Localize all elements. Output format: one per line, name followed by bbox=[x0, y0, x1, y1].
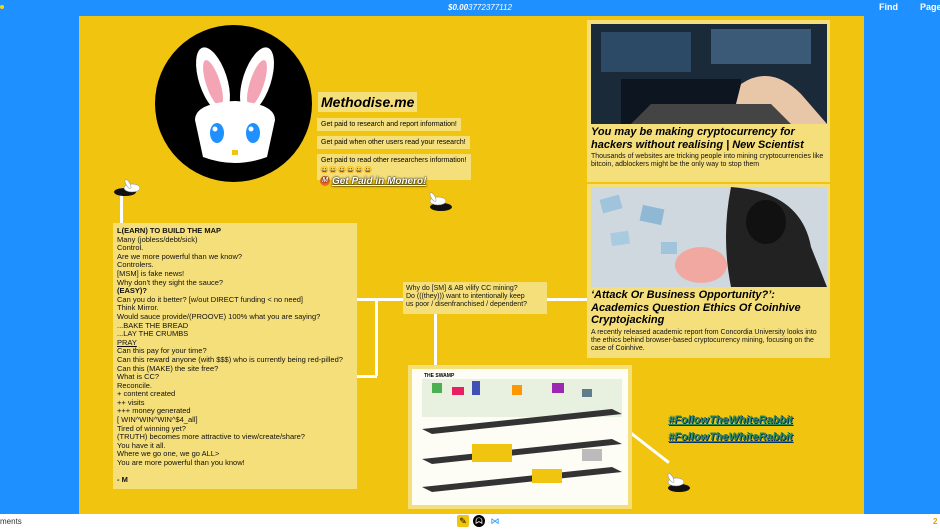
manifesto-line: Can this reward anyone (with $$$) who is… bbox=[117, 355, 343, 364]
article-description: A recently released academic report from… bbox=[591, 329, 817, 352]
manifesto-line: (TRUTH) becomes more attractive to view/… bbox=[117, 433, 305, 442]
find-button[interactable]: Find bbox=[879, 2, 898, 12]
status-dot-icon bbox=[0, 5, 4, 9]
manifesto-signature: - M bbox=[117, 476, 128, 485]
logo[interactable] bbox=[155, 25, 312, 182]
smile-icon: 😀 bbox=[354, 167, 364, 174]
get-paid-link[interactable]: M Get Paid in Monero! bbox=[320, 176, 426, 187]
tagline-read: Get paid when other users read your rese… bbox=[317, 136, 470, 149]
share-icon[interactable]: ⋈ bbox=[489, 515, 501, 527]
page-button[interactable]: Page bbox=[920, 2, 940, 12]
tagline-research: Get paid to research and report informat… bbox=[317, 118, 461, 131]
manifesto-line: You are more powerful than you know! bbox=[117, 459, 245, 468]
hashtag-link[interactable]: #FollowTheWhiteRabbit bbox=[668, 414, 793, 426]
smile-icon: 😀 bbox=[337, 167, 347, 174]
rabbit-icon[interactable]: ᗣ bbox=[473, 515, 485, 527]
manifesto-note[interactable]: L(EARN) TO BUILD THE MAP Many (jobless/d… bbox=[113, 223, 357, 489]
question-line: Do (((they))) want to intentionally keep bbox=[406, 293, 525, 300]
article-description: Thousands of websites are tricking peopl… bbox=[591, 153, 824, 168]
manifesto-line: [MSM] is fake news! bbox=[117, 269, 185, 278]
manifesto-line bbox=[117, 468, 353, 477]
article-image bbox=[591, 24, 827, 124]
manifesto-line: ...LAY THE CRUMBS bbox=[117, 330, 189, 339]
manifesto-line: Why don't they sight the sauce? bbox=[117, 278, 224, 287]
bottom-toolbar: ✎ ᗣ ⋈ bbox=[457, 515, 501, 527]
page-count: 2 bbox=[933, 517, 938, 526]
question-note[interactable]: Why do [SM] & AB vilify CC mining? Do ((… bbox=[403, 282, 547, 314]
hashtag-link[interactable]: #FollowTheWhiteRabbit bbox=[668, 431, 793, 443]
manifesto-line: What is CC? bbox=[117, 373, 160, 382]
manifesto-line: (EASY)? bbox=[117, 287, 147, 296]
manifesto-line: Many (jobless/debt/sick) bbox=[117, 235, 198, 244]
manifesto-line: Can you do it better? [w/out DIRECT fund… bbox=[117, 295, 304, 304]
manifesto-line: PRAY bbox=[117, 338, 137, 347]
monero-icon: M bbox=[320, 176, 330, 187]
manifesto-line: ...BAKE THE BREAD bbox=[117, 321, 189, 330]
manifesto-line: L(EARN) TO BUILD THE MAP bbox=[117, 227, 222, 235]
manifesto-line: You have it all. bbox=[117, 441, 166, 450]
manifesto-line: Can this (MAKE) the site free? bbox=[117, 364, 219, 373]
swamp-map[interactable]: THE SWAMP bbox=[408, 365, 632, 509]
manifesto-line: Are we more powerful than we know? bbox=[117, 252, 243, 261]
connector-line bbox=[375, 298, 378, 376]
top-bar: $0.003772377112 Find Page bbox=[0, 0, 940, 16]
rabbit-logo-icon bbox=[195, 47, 275, 163]
rabbit-hole-icon[interactable] bbox=[113, 178, 143, 200]
site-title[interactable]: Methodise.me bbox=[318, 92, 418, 112]
manifesto-line: +++ money generated bbox=[117, 407, 191, 416]
article-title[interactable]: You may be making cryptocurrency for hac… bbox=[591, 126, 827, 151]
article-title[interactable]: ‘Attack Or Business Opportunity?’: Acade… bbox=[591, 289, 827, 327]
manifesto-line: Think Mirror. bbox=[117, 304, 159, 313]
smile-icon: 😀 bbox=[346, 167, 355, 174]
swamp-diagram-graphic bbox=[422, 379, 622, 492]
manifesto-line: Reconcile. bbox=[117, 381, 153, 390]
manifesto-line: Tired of winning yet? bbox=[117, 424, 186, 433]
edit-icon[interactable]: ✎ bbox=[457, 515, 469, 527]
article-card[interactable]: You may be making cryptocurrency for hac… bbox=[587, 20, 830, 182]
rabbit-hole-icon[interactable] bbox=[664, 472, 694, 494]
balance-display: $0.003772377112 bbox=[448, 3, 512, 12]
manifesto-line: [ WIN^WIN^WIN^$4_all] bbox=[117, 416, 198, 425]
manifesto-line: Controlers. bbox=[117, 261, 154, 270]
manifesto-line: Would sauce provide/(PROOVE) 100% what y… bbox=[117, 312, 321, 321]
connector-line bbox=[357, 375, 377, 378]
smile-icon: 😀 bbox=[363, 167, 373, 174]
bottom-bar: ments ✎ ᗣ ⋈ 2 bbox=[0, 514, 940, 529]
question-line: Why do [SM] & AB vilify CC mining? bbox=[406, 285, 518, 292]
swamp-diagram: THE SWAMP bbox=[412, 369, 628, 505]
question-line: us poor / disenfranchised / dependent? bbox=[406, 301, 528, 308]
smile-icon: 😀 bbox=[320, 167, 329, 174]
manifesto-line: Control. bbox=[117, 244, 144, 253]
connector-line bbox=[434, 312, 437, 367]
manifesto-line: Where we go one, we go ALL> bbox=[117, 450, 220, 459]
manifesto-line: + content created bbox=[117, 390, 176, 399]
manifesto-line: ++ visits bbox=[117, 398, 145, 407]
article-image bbox=[591, 187, 827, 287]
emoji-row: 😀😀😀😀😀😀 bbox=[320, 166, 372, 174]
rabbit-hole-icon[interactable] bbox=[426, 191, 456, 213]
manifesto-line: Can this pay for your time? bbox=[117, 347, 207, 356]
swamp-title: THE SWAMP bbox=[424, 373, 455, 379]
article-card[interactable]: ‘Attack Or Business Opportunity?’: Acade… bbox=[587, 184, 830, 358]
comments-label[interactable]: ments bbox=[0, 517, 22, 526]
